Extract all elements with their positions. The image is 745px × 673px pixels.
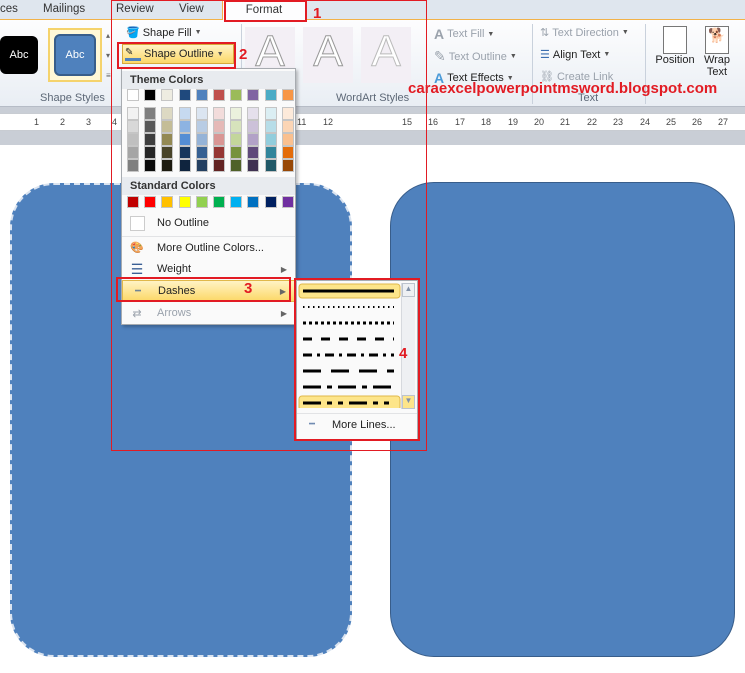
caret-icon: ▼ — [487, 30, 495, 38]
text-outline-label: Text Outline — [448, 50, 507, 63]
ruler-number: 19 — [508, 117, 519, 127]
annotation-box-format — [224, 0, 307, 22]
text-outline-icon: ✎ — [434, 48, 446, 64]
tab-mailings[interactable]: Mailings — [43, 3, 85, 15]
align-text-icon: ☰ — [540, 49, 550, 61]
ruler-number: 27 — [718, 117, 729, 127]
text-fill-icon: A — [434, 26, 445, 42]
ruler-number: 17 — [455, 117, 466, 127]
text-direction-label: Text Direction — [552, 26, 619, 39]
annotation-2: 2 — [239, 46, 248, 63]
ruler-number: 21 — [560, 117, 571, 127]
ruler-number: 25 — [666, 117, 677, 127]
ruler-number: 23 — [613, 117, 624, 127]
text-fill-button[interactable]: A Text Fill ▼ — [434, 26, 494, 42]
caret-icon: ▼ — [603, 51, 611, 58]
position-label: Position — [655, 54, 695, 66]
shape-style-sample: Abc — [54, 34, 96, 76]
ruler-number: 22 — [587, 117, 598, 127]
shape-style-black[interactable]: Abc — [0, 36, 38, 74]
right-shape[interactable] — [390, 182, 735, 657]
annotation-box-outline — [117, 42, 236, 69]
ruler-number: 26 — [692, 117, 703, 127]
ruler-number: 3 — [86, 117, 92, 127]
annotation-4: 4 — [399, 345, 408, 362]
ruler-number: 1 — [34, 117, 40, 127]
ruler-number: 16 — [428, 117, 439, 127]
wrap-text-label: Wrap Text — [703, 54, 731, 78]
shape-style-selected[interactable]: Abc — [48, 28, 102, 82]
align-text-button[interactable]: ☰ Align Text ▼ — [540, 48, 611, 62]
annotation-3: 3 — [244, 280, 253, 297]
text-fill-label: Text Fill — [447, 28, 485, 40]
ruler-number: 18 — [481, 117, 492, 127]
watermark-text: caraexcelpowerpointmsword.blogspot.com — [408, 80, 718, 97]
text-outline-button[interactable]: ✎ Text Outline ▼ — [434, 48, 517, 65]
ruler-number: 20 — [534, 117, 545, 127]
ruler-number: 24 — [640, 117, 651, 127]
wrap-text-button[interactable]: 🐕 Wrap Text — [700, 26, 734, 78]
ruler-number: 2 — [60, 117, 66, 127]
align-text-label: Align Text — [552, 48, 601, 61]
position-icon — [663, 26, 687, 54]
annotation-box-dashes — [116, 277, 291, 302]
caret-icon: ▼ — [509, 53, 517, 60]
text-direction-button[interactable]: ⇅ Text Direction ▼ — [540, 26, 629, 40]
position-button[interactable]: Position — [652, 26, 698, 66]
caret-icon: ▼ — [621, 29, 629, 36]
shape-styles-label: Shape Styles — [40, 92, 105, 104]
text-direction-icon: ⇅ — [540, 27, 550, 39]
tab-references[interactable]: ces — [0, 3, 18, 15]
annotation-1: 1 — [313, 5, 322, 22]
wrap-text-icon: 🐕 — [705, 26, 729, 54]
